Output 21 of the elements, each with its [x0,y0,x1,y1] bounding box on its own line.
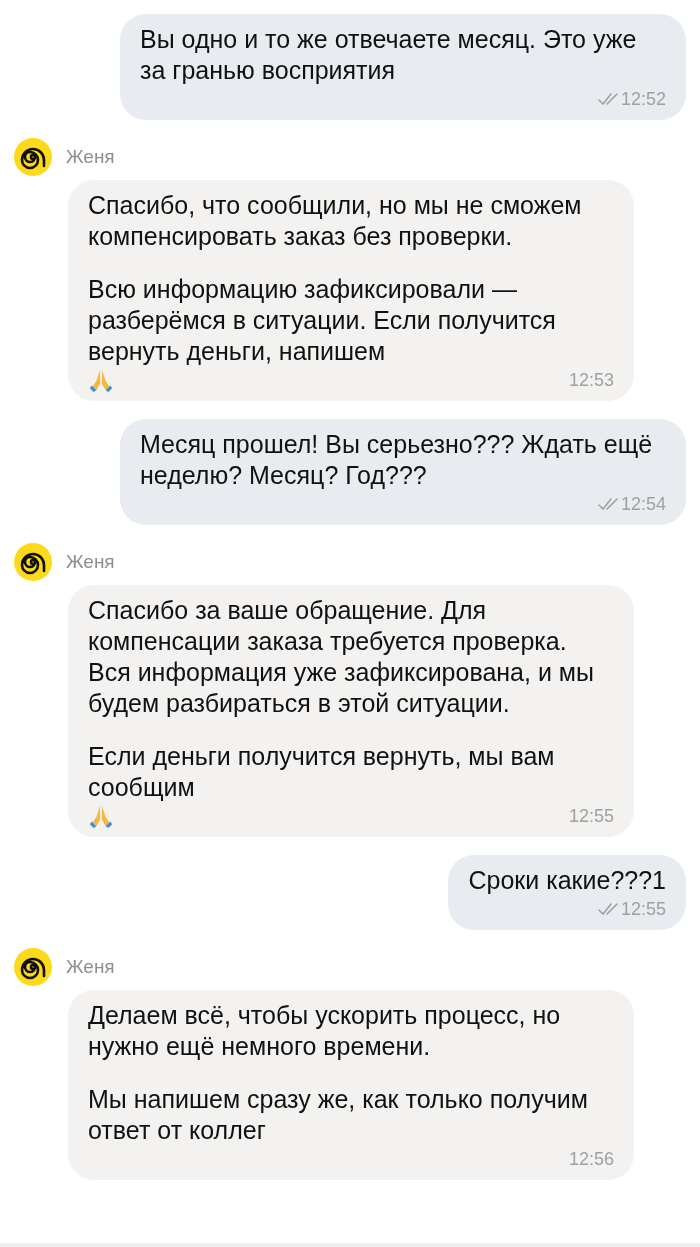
sender-name: Женя [66,954,115,979]
message-time: 12:55 [568,806,614,826]
message-time: 12:55 [620,899,666,919]
sender-name: Женя [66,549,115,574]
spiral-avatar-icon [14,948,52,986]
message-text: Сроки какие???1 [468,865,666,896]
message-text: Вы одно и то же отвечаете месяц. Это уже за гранью восприятия [140,24,638,86]
message-text: Делаем всё, чтобы ускорить процесс, но нужно ещё немного времени. [88,1000,562,1062]
message-time: 12:52 [620,89,666,109]
message-text: Если деньги получится вернуть, мы вам сообщим [88,741,556,803]
spiral-avatar-icon [14,138,52,176]
message-time: 12:54 [620,494,666,514]
sender-name: Женя [66,144,115,169]
message-text: Всю информацию зафиксировали — разберёмся в ситуации. Если получится вернуть деньги, напишем [88,274,557,367]
message-text: Мы напишем сразу же, как только получим ответ от коллег [88,1084,589,1146]
message-text: Спасибо, что сообщили, но мы не сможем компенсировать заказ без проверки. [88,190,583,252]
message-text: Месяц прошел! Вы серьезно??? Ждать ещё неделю? Месяц? Год??? [140,429,654,491]
spiral-avatar-icon [14,543,52,581]
message-time: 12:53 [568,370,614,390]
message-text: Спасибо за ваше обращение. Для компенсации заказа требуется проверка. Вся информация уже зафиксирована, и мы будем разбираться в этой ситуации. [88,595,595,719]
message-time: 12:56 [568,1149,614,1169]
